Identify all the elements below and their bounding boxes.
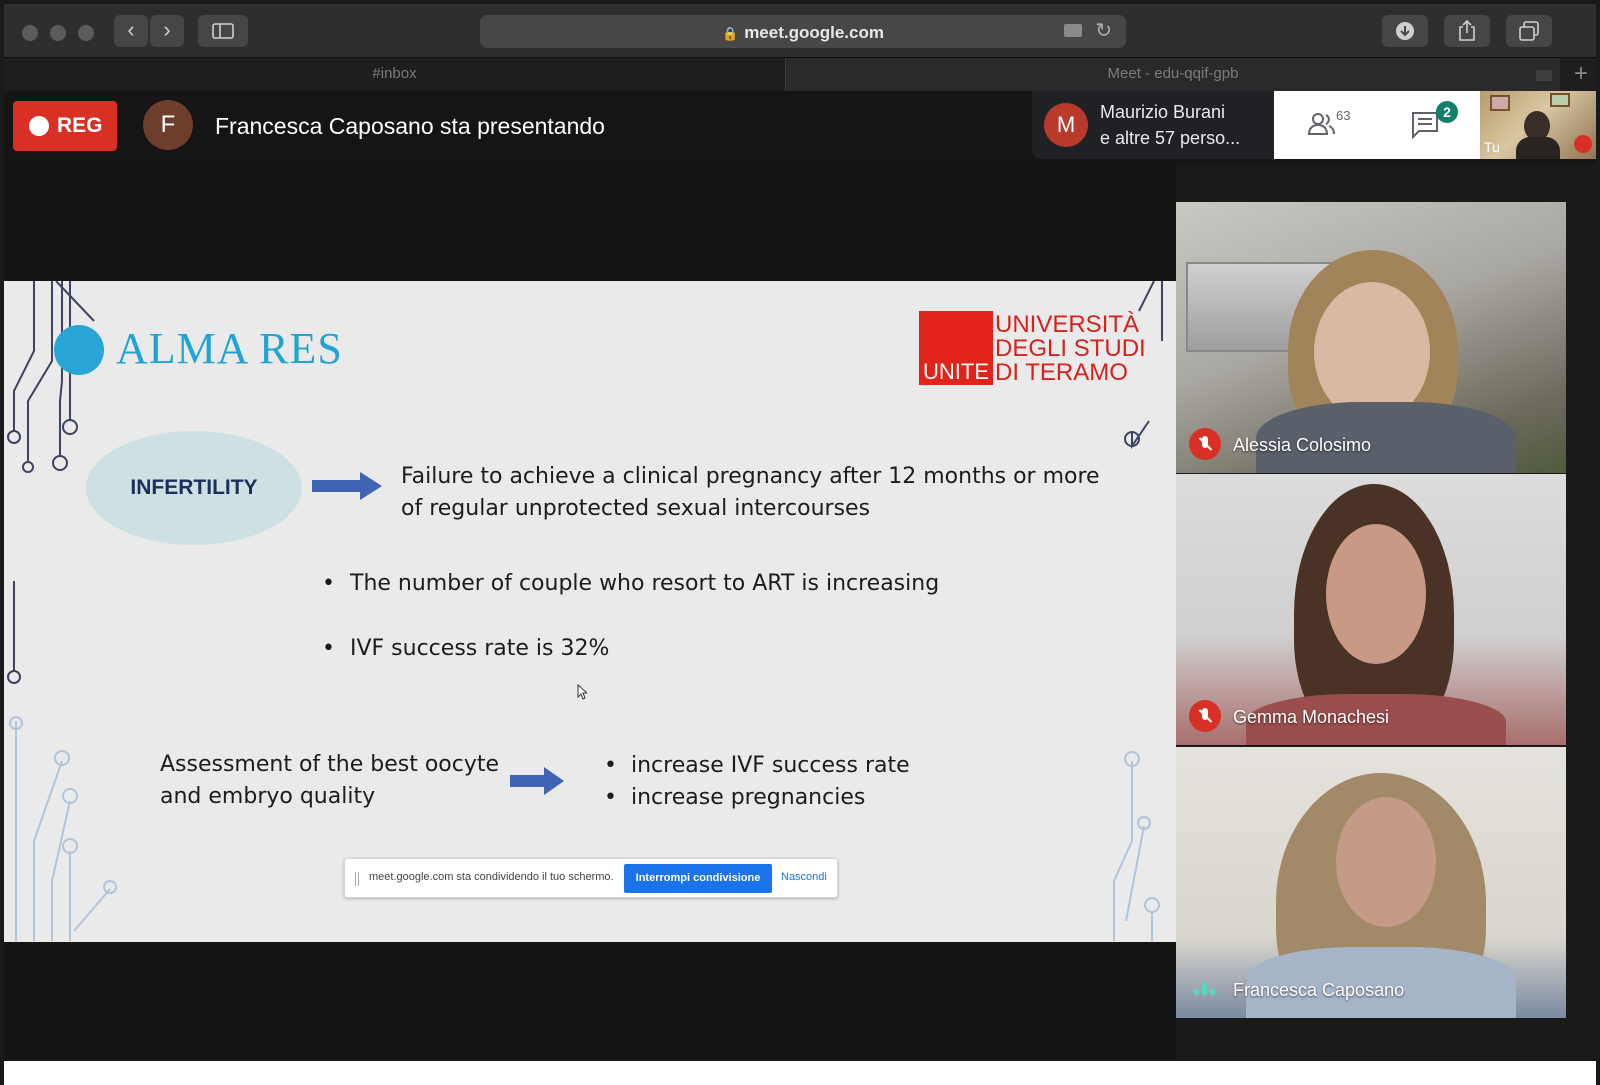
participant-name: Gemma Monachesi [1233, 707, 1390, 727]
self-label: Tu [1484, 139, 1500, 155]
infertility-label: INFERTILITY [130, 476, 258, 499]
mouse-cursor-icon [577, 684, 587, 700]
chat-badge: 2 [1436, 101, 1458, 123]
sidebar-icon [212, 23, 234, 39]
video-tile[interactable]: Francesca Caposano [1176, 747, 1566, 1018]
definition-line1: Failure to achieve a clinical pregnancy … [401, 464, 1100, 489]
url-text: meet.google.com [744, 23, 884, 42]
people-count: 63 [1336, 108, 1351, 123]
bullet-dot: • [322, 571, 335, 596]
recording-badge[interactable]: REG [13, 101, 117, 151]
participant-more: e altre 57 perso... [1100, 128, 1241, 148]
assessment-line1: Assessment of the best oocyte [160, 752, 500, 777]
video-tile[interactable]: Gemma Monachesi [1176, 474, 1566, 745]
back-button[interactable]: ‹ [114, 15, 148, 47]
stop-sharing-button[interactable]: Interrompi condivisione [624, 864, 772, 893]
meet-actions: 63 2 [1274, 91, 1480, 159]
bullet-couples: The number of couple who resort to ART i… [350, 571, 940, 596]
outcome-success-rate: increase IVF success rate [631, 753, 910, 778]
share-message: meet.google.com sta condividendo il tuo … [369, 871, 614, 883]
reload-icon[interactable]: ↻ [1095, 18, 1112, 43]
speaking-indicator-icon [1194, 983, 1216, 995]
participant-name: Alessia Colosimo [1233, 435, 1372, 455]
shared-slide: ALMA RES UNITE UNIVERSITÀ DEGLI STUDI DI… [4, 281, 1176, 942]
window-bottom-edge [4, 1061, 1596, 1085]
zoom-window-button[interactable] [78, 25, 94, 41]
participants-preview[interactable]: M Maurizio Burani e altre 57 perso... [1032, 91, 1274, 159]
record-dot-icon [29, 116, 49, 136]
bullet-dot: • [322, 636, 335, 661]
mic-off-icon [1189, 700, 1221, 732]
bullet-success-rate: IVF success rate is 32% [350, 636, 610, 661]
share-icon [1459, 19, 1475, 41]
arrow-right-icon [312, 472, 382, 500]
sidebar-toggle-button[interactable] [198, 15, 248, 47]
tab-inbox[interactable]: #inbox [4, 58, 785, 91]
new-tab-button[interactable]: + [1574, 60, 1588, 88]
university-name-line2: DEGLI STUDI [995, 335, 1146, 362]
alma-res-logo-text: ALMA RES [116, 324, 343, 373]
presenting-status: Francesca Caposano sta presentando [215, 113, 605, 139]
drag-handle-icon[interactable] [355, 872, 359, 886]
arrow-right-icon [510, 767, 564, 795]
participant-name: Francesca Caposano [1233, 980, 1405, 1000]
hide-share-bar-link[interactable]: Nascondi [781, 871, 827, 883]
browser-window: ‹ › 🔒 meet.google.com ↻ #inbox Meet - edu… [0, 0, 1600, 1085]
mic-off-icon [1189, 428, 1221, 460]
chevron-right-icon: › [163, 17, 171, 42]
self-view-tile[interactable]: Tu [1480, 91, 1596, 159]
university-name-line1: UNIVERSITÀ [995, 311, 1140, 338]
unite-logo-text: UNITE [923, 359, 989, 384]
outcome-pregnancies: increase pregnancies [631, 785, 866, 810]
meet-header: REG F Francesca Caposano sta presentando… [4, 91, 1596, 163]
close-window-button[interactable] [22, 25, 38, 41]
chevron-left-icon: ‹ [127, 17, 135, 42]
participant-name: Maurizio Burani [1100, 102, 1226, 122]
assessment-line2: and embryo quality [160, 784, 376, 809]
camera-icon[interactable] [1064, 24, 1082, 37]
downloads-button[interactable] [1382, 15, 1428, 47]
bullet-dot: • [604, 785, 617, 810]
people-icon [1307, 113, 1335, 135]
presenter-avatar: F [143, 100, 193, 150]
mic-off-icon [1574, 135, 1592, 153]
tabs-overview-button[interactable] [1506, 15, 1552, 47]
bullet-dot: • [604, 753, 617, 778]
tabs-icon [1519, 21, 1539, 41]
participant-avatar: M [1044, 103, 1088, 147]
screen-share-bar: meet.google.com sta condividendo il tuo … [344, 858, 838, 898]
definition-line2: of regular unprotected sexual intercours… [401, 496, 871, 521]
tab-camera-icon [1536, 70, 1552, 81]
lock-icon: 🔒 [722, 26, 739, 41]
university-name-line3: DI TERAMO [995, 359, 1128, 386]
minimize-window-button[interactable] [50, 25, 66, 41]
address-bar[interactable]: 🔒 meet.google.com ↻ [480, 15, 1126, 48]
alma-res-logo-icon [54, 325, 104, 375]
forward-button[interactable]: › [150, 15, 184, 47]
tab-strip: #inbox Meet - edu-qqif-gpb + [4, 58, 1596, 91]
browser-toolbar: ‹ › 🔒 meet.google.com ↻ [4, 4, 1596, 58]
download-icon [1396, 22, 1414, 40]
share-button[interactable] [1444, 15, 1490, 47]
video-tile[interactable]: Alessia Colosimo [1176, 202, 1566, 473]
tab-meet[interactable]: Meet - edu-qqif-gpb [786, 58, 1560, 91]
